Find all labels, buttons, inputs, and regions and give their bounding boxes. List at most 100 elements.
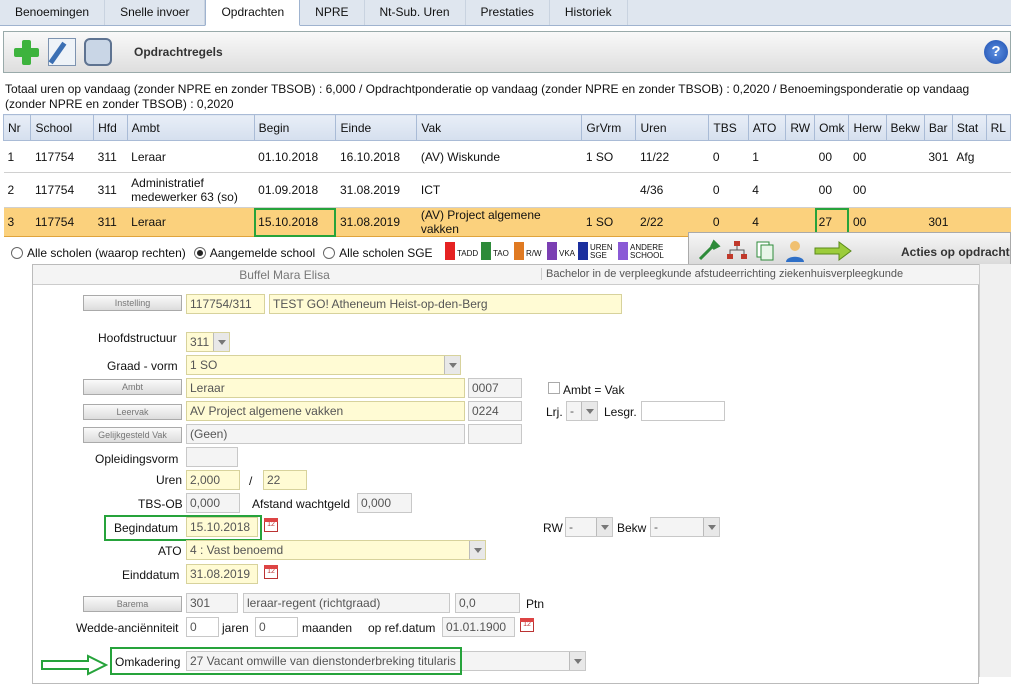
- cell-stat: Afg: [952, 140, 987, 173]
- chevron-down-icon[interactable]: [596, 518, 612, 536]
- tab-nt-sub-uren[interactable]: Nt-Sub. Uren: [365, 0, 466, 25]
- chevron-down-icon[interactable]: [581, 402, 597, 420]
- col-header-omk[interactable]: Omk: [814, 114, 850, 141]
- tab-historiek[interactable]: Historiek: [550, 0, 628, 25]
- documents-icon[interactable]: [753, 239, 777, 263]
- col-header-hfd[interactable]: Hfd: [93, 114, 128, 141]
- radio-all-schools[interactable]: [11, 247, 23, 259]
- barema-ptn-field[interactable]: 0,0: [455, 593, 520, 613]
- col-header-rl[interactable]: RL: [985, 114, 1011, 141]
- einddatum-label: Einddatum: [122, 568, 180, 582]
- ambt-field[interactable]: Leraar: [186, 378, 465, 398]
- leervak-field[interactable]: AV Project algemene vakken: [186, 401, 465, 421]
- table-row[interactable]: 1 117754 311 Leraar 01.10.2018 16.10.2018 (AV)…: [3, 140, 1011, 173]
- ambt-code-field[interactable]: 0007: [468, 378, 522, 398]
- gelijkgesteld-code-field[interactable]: [468, 424, 522, 444]
- cell-vak: (AV) Wiskunde: [416, 140, 582, 173]
- lrj-label: Lrj.: [546, 405, 563, 419]
- col-header-ambt[interactable]: Ambt: [126, 114, 255, 141]
- col-header-school[interactable]: School: [30, 114, 95, 141]
- legend-swatch: [618, 242, 628, 260]
- tools-icon[interactable]: [697, 239, 721, 263]
- user-icon[interactable]: [783, 239, 807, 263]
- radio-sge[interactable]: [323, 247, 336, 259]
- tab-benoemingen[interactable]: Benoemingen: [0, 0, 106, 25]
- instelling-button[interactable]: Instelling: [83, 295, 182, 311]
- col-header-herw[interactable]: Herw: [848, 114, 887, 141]
- tbs-ob-label: TBS-OB: [138, 497, 183, 511]
- gelijkgesteld-vak-button[interactable]: Gelijkgesteld Vak: [83, 427, 182, 443]
- lesgr-field[interactable]: [641, 401, 725, 421]
- opleidingsvorm-label: Opleidingsvorm: [95, 452, 179, 466]
- col-header-bekw[interactable]: Bekw: [885, 114, 925, 141]
- refdatum-field[interactable]: 01.01.1900: [442, 617, 515, 637]
- cell-herw: 00: [848, 140, 886, 173]
- uren-total-field[interactable]: 22: [263, 470, 307, 490]
- einddatum-field[interactable]: 31.08.2019: [186, 564, 258, 584]
- barema-button[interactable]: Barema: [83, 596, 182, 612]
- tbs-ob-field[interactable]: 0,000: [186, 493, 240, 513]
- cell-grvrm: [581, 172, 636, 208]
- cell-tbs: 0: [708, 172, 749, 208]
- uren-field[interactable]: 2,000: [186, 470, 240, 490]
- instelling-name-field[interactable]: TEST GO! Atheneum Heist-op-den-Berg: [269, 294, 622, 314]
- barema-name-field[interactable]: leraar-regent (richtgraad): [243, 593, 450, 613]
- col-header-vak[interactable]: Vak: [416, 114, 583, 141]
- barema-field[interactable]: 301: [186, 593, 238, 613]
- col-header-uren[interactable]: Uren: [635, 114, 710, 141]
- col-header-grvrm[interactable]: GrVrm: [581, 114, 637, 141]
- tab-prestaties[interactable]: Prestaties: [466, 0, 550, 25]
- edit-icon[interactable]: [48, 38, 76, 66]
- chevron-down-icon[interactable]: [444, 356, 460, 374]
- radio-all-schools-label: Alle scholen (waarop rechten): [27, 246, 186, 260]
- arrow-right-icon[interactable]: [813, 239, 853, 263]
- delete-icon[interactable]: [84, 38, 112, 66]
- tab-snelle-invoer[interactable]: Snelle invoer: [105, 0, 206, 25]
- hierarchy-icon[interactable]: [725, 239, 749, 263]
- col-header-begin[interactable]: Begin: [253, 114, 337, 141]
- maanden-field[interactable]: 0: [255, 617, 298, 637]
- tab-npre[interactable]: NPRE: [300, 0, 365, 25]
- tab-opdrachten[interactable]: Opdrachten: [205, 0, 301, 26]
- calendar-icon[interactable]: 12: [520, 618, 534, 632]
- chevron-down-icon[interactable]: [213, 333, 229, 351]
- calendar-icon[interactable]: 12: [264, 565, 278, 579]
- uren-label: Uren: [156, 473, 183, 487]
- col-header-stat[interactable]: Stat: [951, 114, 987, 141]
- help-icon[interactable]: ?: [984, 40, 1008, 64]
- plus-icon[interactable]: [12, 38, 40, 66]
- col-header-bar[interactable]: Bar: [923, 114, 953, 141]
- cell-ambt: Leraar: [127, 140, 255, 173]
- leervak-code-field[interactable]: 0224: [468, 401, 522, 421]
- cell-ato: 4: [748, 172, 786, 208]
- col-header-tbs[interactable]: TBS: [708, 114, 749, 141]
- col-header-einde[interactable]: Einde: [335, 114, 418, 141]
- graad-label: Graad - vorm: [107, 359, 178, 373]
- cell-bekw: [886, 172, 925, 208]
- table-row[interactable]: 2 117754 311 Administratief medewerker 63 (…: [3, 172, 1011, 208]
- chevron-down-icon[interactable]: [469, 541, 485, 559]
- col-header-rw[interactable]: RW: [785, 114, 816, 141]
- opleidingsvorm-field[interactable]: [186, 447, 238, 467]
- chevron-down-icon[interactable]: [703, 518, 719, 536]
- cell-omk: 00: [814, 172, 849, 208]
- cell-rl: [986, 140, 1011, 173]
- ato-select[interactable]: 4 : Vast benoemd: [186, 540, 486, 560]
- cell-school: 117754: [30, 172, 94, 208]
- leervak-button[interactable]: Leervak: [83, 404, 182, 420]
- cell-uren: 11/22: [635, 140, 709, 173]
- jaren-field[interactable]: 0: [186, 617, 219, 637]
- calendar-icon[interactable]: 12: [264, 518, 278, 532]
- cell-bar: 301: [924, 140, 953, 173]
- col-header-nr[interactable]: Nr: [2, 114, 32, 141]
- ambt-vak-checkbox[interactable]: [548, 382, 560, 394]
- col-header-ato[interactable]: ATO: [747, 114, 787, 141]
- instelling-code-field[interactable]: 117754/311: [186, 294, 265, 314]
- radio-logged-school[interactable]: [193, 247, 206, 259]
- afstand-wachtgeld-field[interactable]: 0,000: [357, 493, 412, 513]
- gelijkgesteld-vak-field[interactable]: (Geen): [186, 424, 465, 444]
- graad-select[interactable]: 1 SO: [186, 355, 461, 375]
- ambt-button[interactable]: Ambt: [83, 379, 182, 395]
- chevron-down-icon[interactable]: [569, 652, 585, 670]
- cell-grvrm: 1 SO: [581, 140, 636, 173]
